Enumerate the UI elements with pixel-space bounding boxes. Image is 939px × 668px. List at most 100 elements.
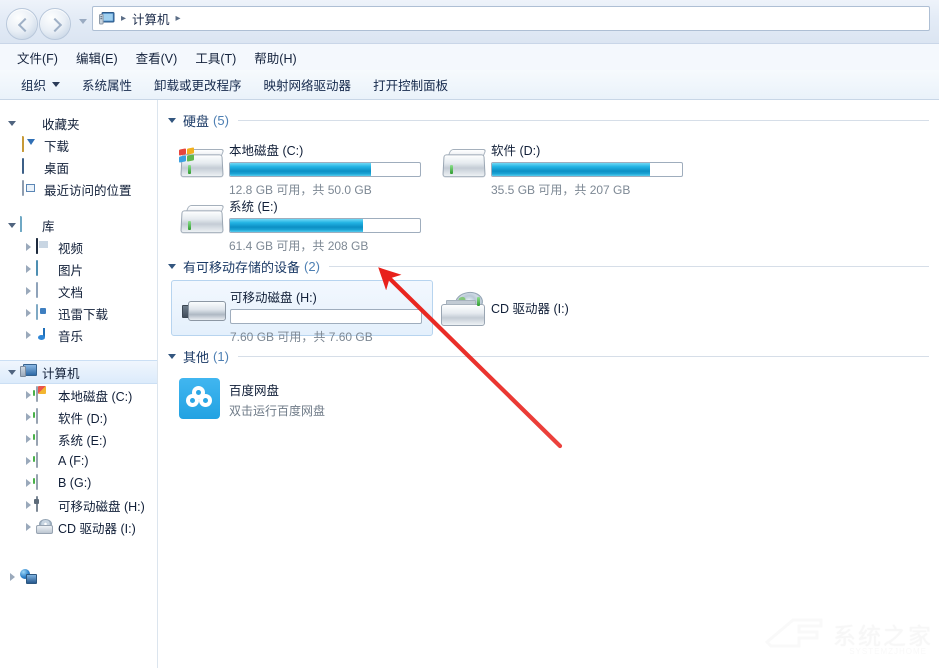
hard-drive-icon	[36, 430, 53, 447]
nav-item-drive-e[interactable]: 系统 (E:)	[0, 428, 157, 450]
drive-tile-h[interactable]: 可移动磁盘 (H:) 7.60 GB 可用，共 7.60 GB	[171, 280, 433, 344]
nav-label-drive-f: A (F:)	[58, 454, 89, 468]
cmd-organize[interactable]: 组织	[10, 71, 71, 98]
nav-item-drive-d[interactable]: 软件 (D:)	[0, 406, 157, 428]
capacity-text-h: 7.60 GB 可用，共 7.60 GB	[230, 330, 373, 344]
cmd-map-network-drive[interactable]: 映射网络驱动器	[253, 71, 363, 98]
group-other: 其他 (1) 百度网盘 双击运行百度网盘	[159, 346, 939, 426]
group-header-hard-disk-drives[interactable]: 硬盘 (5)	[159, 110, 939, 130]
group-divider	[237, 119, 929, 121]
nav-item-drive-h[interactable]: 可移动磁盘 (H:)	[0, 494, 157, 516]
tree-spacer-2	[0, 346, 157, 360]
drive-tile-c[interactable]: 本地磁盘 (C:) 12.8 GB 可用，共 50.0 GB	[171, 134, 433, 197]
forward-button[interactable]	[39, 8, 71, 40]
collapse-icon[interactable]	[168, 353, 176, 359]
nav-item-drive-g[interactable]: B (G:)	[0, 472, 157, 494]
capacity-bar-fill	[230, 163, 371, 176]
drive-tile-d[interactable]: 软件 (D:) 35.5 GB 可用，共 207 GB	[433, 134, 695, 197]
nav-item-music[interactable]: 音乐	[0, 324, 157, 346]
nav-item-downloads[interactable]: 下载	[0, 134, 157, 156]
nav-item-recent-places[interactable]: 最近访问的位置	[0, 178, 157, 200]
cd-drive-icon	[36, 519, 53, 535]
nav-item-documents[interactable]: 文档	[0, 280, 157, 302]
nav-label-pictures: 图片	[58, 263, 84, 278]
drive-label-e: 系统 (E:)	[229, 200, 278, 214]
group-header-other[interactable]: 其他 (1)	[159, 346, 939, 366]
drive-tile-i[interactable]: CD 驱动器 (I:)	[433, 280, 695, 336]
nav-group-network[interactable]	[0, 566, 157, 588]
content-pane[interactable]: 硬盘 (5) 本地磁盘 (C:) 12.8 GB 可用，共 50.0 GB 软件…	[159, 100, 939, 668]
nav-item-xunlei-download[interactable]: 迅雷下载	[0, 302, 157, 324]
group-title: 有可移动存储的设备	[183, 259, 301, 275]
library-icon	[20, 216, 37, 233]
computer-icon	[99, 11, 115, 26]
drive-tile-e[interactable]: 系统 (E:) 61.4 GB 可用，共 208 GB	[171, 190, 433, 253]
navigation-pane[interactable]: 收藏夹 下载 桌面 最近访问的位置 库 视频 图片 文档 迅雷下载 音乐 计算机…	[0, 100, 158, 668]
breadcrumb-separator: ▸	[121, 13, 127, 24]
nav-label-drive-d: 软件 (D:)	[58, 411, 108, 426]
menu-help[interactable]: 帮助(H)	[245, 45, 305, 70]
hard-drive-icon	[36, 408, 53, 425]
tree-spacer-1	[0, 200, 157, 214]
command-bar: 组织 系统属性 卸载或更改程序 映射网络驱动器 打开控制面板	[0, 70, 939, 100]
expander-icon[interactable]	[6, 116, 20, 130]
expander-icon[interactable]	[6, 218, 20, 232]
desktop-icon	[22, 158, 39, 175]
cmd-uninstall-change-program[interactable]: 卸载或更改程序	[143, 71, 253, 98]
tile-list-removable-storage: 可移动磁盘 (H:) 7.60 GB 可用，共 7.60 GB CD 驱动器 (…	[159, 276, 939, 344]
nav-label-desktop: 桌面	[44, 161, 70, 176]
collapse-icon[interactable]	[168, 263, 176, 269]
collapse-icon[interactable]	[168, 117, 176, 123]
nav-label-recent-places: 最近访问的位置	[44, 183, 132, 198]
capacity-bar-c	[229, 162, 421, 177]
nav-label-drive-e: 系统 (E:)	[58, 433, 107, 448]
hard-drive-icon	[437, 138, 491, 184]
expander-icon[interactable]	[22, 306, 36, 320]
tile-list-other: 百度网盘 双击运行百度网盘	[159, 366, 939, 426]
nav-item-drive-f[interactable]: A (F:)	[0, 450, 157, 472]
menu-file[interactable]: 文件(F)	[8, 45, 67, 70]
address-bar[interactable]: ▸ 计算机 ▸	[92, 6, 930, 31]
hard-drive-windows-icon	[36, 386, 53, 403]
item-tile-baidu-netdisk[interactable]: 百度网盘 双击运行百度网盘	[171, 370, 433, 426]
network-icon	[20, 569, 37, 585]
capacity-bar-fill	[492, 163, 650, 176]
back-button[interactable]	[6, 8, 38, 40]
group-count: (2)	[304, 258, 320, 274]
group-header-removable-storage[interactable]: 有可移动存储的设备 (2)	[159, 256, 939, 276]
menu-edit[interactable]: 编辑(E)	[67, 45, 127, 70]
expander-icon[interactable]	[22, 262, 36, 276]
nav-item-drive-i[interactable]: CD 驱动器 (I:)	[0, 516, 157, 538]
music-icon	[36, 327, 53, 343]
tree-spacer-3	[0, 538, 157, 552]
baidu-netdisk-icon	[175, 374, 229, 420]
navigation-tree: 收藏夹 下载 桌面 最近访问的位置 库 视频 图片 文档 迅雷下载 音乐 计算机…	[0, 100, 157, 588]
nav-group-favorites[interactable]: 收藏夹	[0, 112, 157, 134]
expander-icon[interactable]	[22, 520, 36, 534]
recent-locations-dropdown-icon[interactable]	[79, 19, 87, 24]
menu-tools[interactable]: 工具(T)	[186, 45, 245, 70]
expander-icon[interactable]	[22, 284, 36, 298]
nav-item-pictures[interactable]: 图片	[0, 258, 157, 280]
expander-icon[interactable]	[6, 570, 20, 584]
nav-group-computer[interactable]: 计算机	[0, 360, 157, 384]
expander-icon[interactable]	[22, 328, 36, 342]
menu-view[interactable]: 查看(V)	[127, 45, 187, 70]
expander-icon[interactable]	[6, 365, 20, 379]
capacity-bar-fill	[230, 219, 363, 232]
expander-icon[interactable]	[22, 240, 36, 254]
nav-label-drive-i: CD 驱动器 (I:)	[58, 521, 136, 536]
computer-icon	[20, 364, 37, 380]
nav-item-desktop[interactable]: 桌面	[0, 156, 157, 178]
nav-group-libraries[interactable]: 库	[0, 214, 157, 236]
breadcrumb-computer[interactable]: 计算机	[129, 9, 173, 28]
chevron-down-icon	[52, 82, 61, 87]
group-divider	[237, 355, 929, 357]
nav-item-drive-c[interactable]: 本地磁盘 (C:)	[0, 384, 157, 406]
hard-drive-icon	[36, 474, 53, 491]
breadcrumb-separator-trailing[interactable]: ▸	[173, 13, 184, 24]
nav-item-videos[interactable]: 视频	[0, 236, 157, 258]
item-description-baidu-netdisk: 双击运行百度网盘	[229, 404, 326, 418]
cmd-open-control-panel[interactable]: 打开控制面板	[362, 71, 459, 98]
cmd-system-properties[interactable]: 系统属性	[71, 71, 143, 98]
